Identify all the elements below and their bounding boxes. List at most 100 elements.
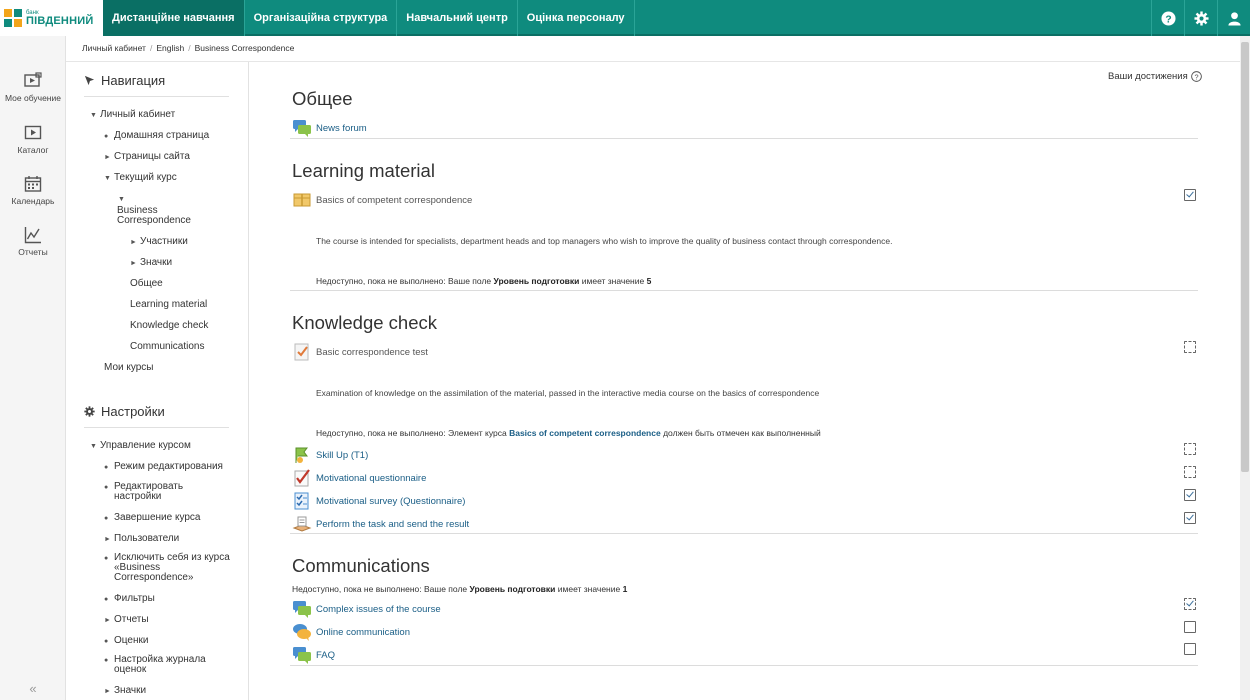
nav-item-course-name-2[interactable]: Correspondence [117, 216, 191, 226]
block-title-text: Навигация [101, 73, 166, 88]
page-scrollbar[interactable] [1240, 36, 1250, 700]
section-divider [290, 533, 1198, 534]
rail-calendar[interactable]: Календарь [0, 175, 66, 206]
activity-link[interactable]: FAQ [316, 650, 335, 661]
activity-link[interactable]: Skill Up (T1) [316, 450, 368, 461]
settings-item-reports[interactable]: ► Отчеты [104, 615, 149, 626]
rail-label: Отчеты [18, 247, 48, 257]
settings-item-gradebook-setup-2[interactable]: оценок [114, 665, 146, 675]
activity-faq[interactable]: FAQ [292, 645, 335, 665]
block-divider [84, 427, 229, 428]
section-title-knowledge-check: Knowledge check [292, 312, 438, 333]
activity-motivational-questionnaire[interactable]: Motivational questionnaire [292, 468, 426, 488]
nav-item-my-courses[interactable]: Мои курсы [104, 363, 154, 373]
breadcrumb-item[interactable]: Business Correspondence [195, 43, 295, 53]
settings-item-unenrol-3[interactable]: Correspondence» [114, 573, 194, 583]
activity-name-unavailable: Basic correspondence test [316, 346, 428, 358]
activity-basic-test[interactable]: Basic correspondence test [292, 342, 428, 362]
activity-basics-correspondence[interactable]: Basics of competent correspondence [292, 190, 472, 210]
settings-item-badges[interactable]: ► Значки [104, 686, 146, 697]
calendar-icon [24, 176, 42, 192]
settings-item-edit-mode[interactable]: ● Режим редактирования [104, 462, 223, 473]
restriction-link[interactable]: Basics of competent correspondence [509, 428, 661, 438]
breadcrumb-separator: / [149, 43, 153, 53]
navigation-arrow-icon [84, 75, 95, 86]
nav-item-participants[interactable]: ► Участники [130, 237, 188, 248]
breadcrumb-separator: / [188, 43, 191, 53]
activity-link[interactable]: Complex issues of the course [316, 604, 441, 615]
completion-checkbox[interactable] [1184, 643, 1196, 655]
completion-checkbox[interactable] [1184, 512, 1196, 524]
completion-checkbox[interactable] [1184, 341, 1196, 353]
svg-text:?: ? [1194, 72, 1198, 81]
activity-motivational-survey[interactable]: Motivational survey (Questionnaire) [292, 491, 465, 511]
activity-online-communication[interactable]: Online communication [292, 622, 410, 642]
rail-reports[interactable]: Отчеты [0, 226, 66, 257]
restriction-notice: Недоступно, пока не выполнено: Ваше поле… [316, 276, 652, 286]
help-icon[interactable]: ? [1151, 0, 1184, 36]
breadcrumb-item[interactable]: English [156, 43, 184, 53]
forum-icon [292, 599, 312, 619]
completion-checkbox[interactable] [1184, 189, 1196, 201]
bank-logo[interactable]: банк ПІВДЕННИЙ [0, 0, 103, 36]
nav-item-site-pages[interactable]: ► Страницы сайта [104, 152, 190, 163]
nav-training-center[interactable]: Навчальний центр [397, 0, 518, 36]
nav-staff-assessment[interactable]: Оцінка персоналу [518, 0, 635, 36]
nav-item-section-knowledge[interactable]: Knowledge check [130, 321, 208, 331]
rail-label: Каталог [17, 145, 49, 155]
completion-checkbox[interactable] [1184, 489, 1196, 501]
nav-item-badges[interactable]: ► Значки [130, 258, 172, 269]
section-title-communications: Communications [292, 555, 430, 576]
settings-item-course-admin[interactable]: ▼ Управление курсом [90, 441, 191, 452]
rail-catalog[interactable]: Каталог [0, 124, 66, 155]
completion-checkbox[interactable] [1184, 598, 1196, 610]
activity-complex-issues[interactable]: Complex issues of the course [292, 599, 441, 619]
assignment-icon [292, 514, 312, 534]
settings-item-grades[interactable]: ● Оценки [104, 636, 148, 647]
user-icon[interactable] [1217, 0, 1250, 36]
navigation-block-title: Навигация [84, 73, 165, 88]
activity-news-forum[interactable]: News forum [292, 118, 367, 138]
achievements-link[interactable]: Ваши достижения ? [1108, 71, 1202, 82]
nav-item-home[interactable]: ● Домашняя страница [104, 131, 209, 142]
nav-item-section-learning[interactable]: Learning material [130, 300, 207, 310]
nav-item-section-general[interactable]: Общее [130, 279, 163, 289]
settings-item-edit-settings-2[interactable]: настройки [114, 492, 161, 502]
completion-checkbox[interactable] [1184, 466, 1196, 478]
activity-link[interactable]: Motivational questionnaire [316, 473, 426, 484]
section-divider [290, 290, 1198, 291]
forum-icon [292, 118, 312, 138]
breadcrumb-item[interactable]: Личный кабинет [82, 43, 146, 53]
activity-perform-task[interactable]: Perform the task and send the result [292, 514, 469, 534]
nav-distance-learning[interactable]: Дистанційне навчання [103, 0, 245, 36]
nav-item-section-communications[interactable]: Communications [130, 342, 204, 352]
nav-org-structure[interactable]: Організаційна структура [245, 0, 398, 36]
block-title-text: Настройки [101, 404, 165, 419]
nav-item-current-course[interactable]: ▼ Текущий курс [104, 173, 177, 184]
rail-label: Мое обучение [5, 93, 61, 103]
rail-my-learning[interactable]: Мое обучение [0, 72, 66, 103]
activity-link[interactable]: News forum [316, 123, 367, 134]
logo-mark-icon [4, 9, 22, 27]
completion-checkbox[interactable] [1184, 443, 1196, 455]
collapse-rail-button[interactable]: « [0, 681, 66, 696]
section-title-learning-material: Learning material [292, 160, 435, 181]
play-board-icon [24, 72, 42, 87]
gear-icon[interactable] [1184, 0, 1217, 36]
activity-skill-up[interactable]: Skill Up (T1) [292, 445, 368, 465]
help-circle-icon: ? [1190, 71, 1202, 82]
settings-item-course-completion[interactable]: ● Завершение курса [104, 513, 200, 524]
activity-description: The course is intended for specialists, … [316, 236, 893, 246]
restriction-notice: Недоступно, пока не выполнено: Ваше поле… [292, 584, 628, 594]
settings-item-filters[interactable]: ● Фильтры [104, 594, 155, 605]
scrollbar-thumb[interactable] [1241, 42, 1249, 472]
completion-checkbox[interactable] [1184, 621, 1196, 633]
nav-item-dashboard[interactable]: ▼ Личный кабинет [90, 110, 175, 121]
activity-link[interactable]: Perform the task and send the result [316, 519, 469, 530]
nav-item-course-arrow: ▼ [118, 196, 125, 203]
rail-label: Календарь [11, 196, 55, 206]
settings-item-users[interactable]: ► Пользователи [104, 534, 179, 545]
activity-link[interactable]: Online communication [316, 627, 410, 638]
breadcrumb: Личный кабинет / English / Business Corr… [82, 43, 294, 53]
activity-link[interactable]: Motivational survey (Questionnaire) [316, 496, 465, 507]
